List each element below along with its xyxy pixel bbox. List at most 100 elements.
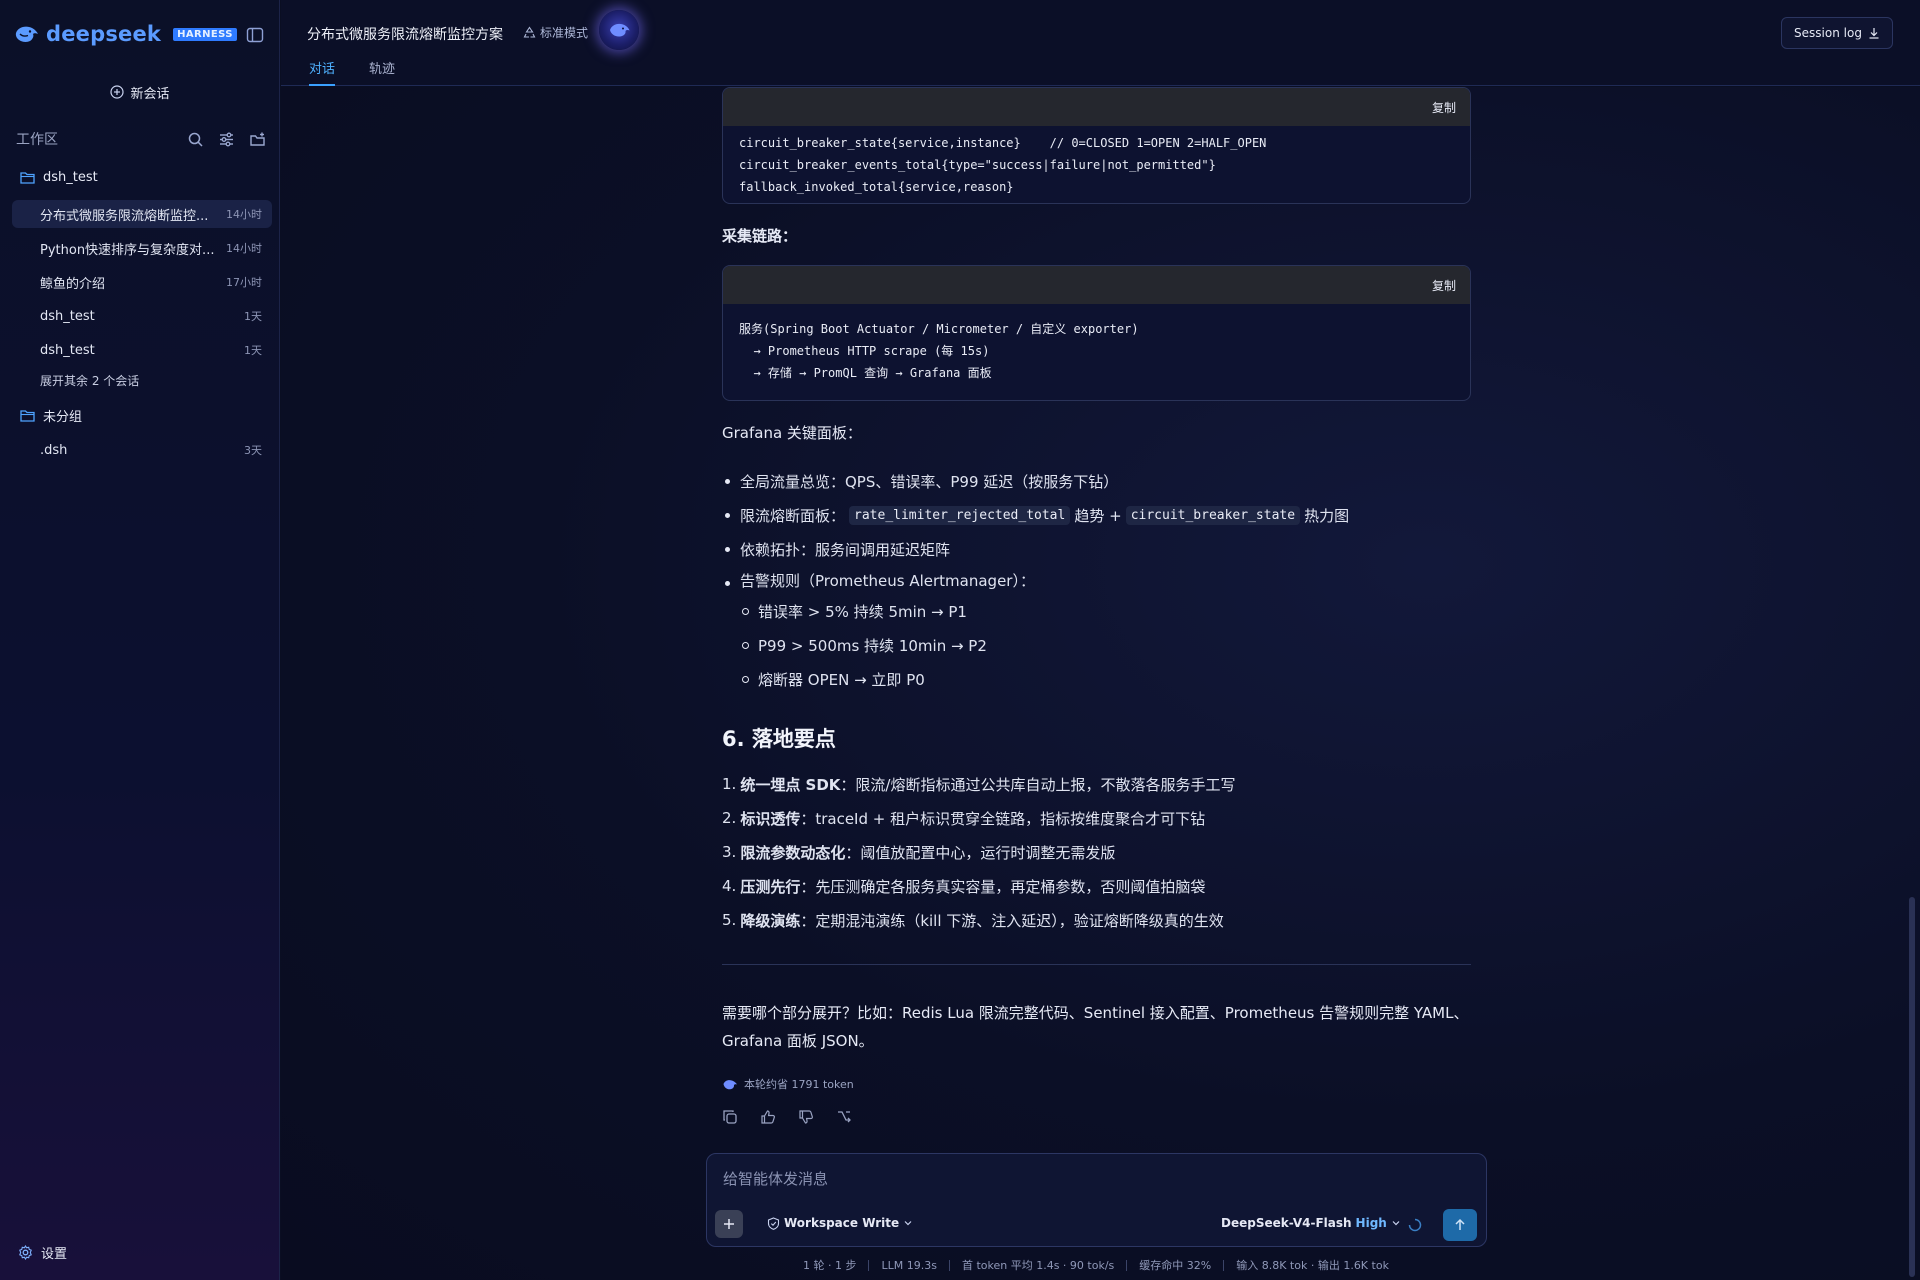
folder-name: dsh_test: [43, 170, 98, 185]
folder-icon: [20, 172, 35, 184]
settings-label: 设置: [41, 1247, 68, 1262]
thumbs-down-icon[interactable]: [798, 1109, 814, 1125]
sub-list-item: 错误率 > 5% 持续 5min → P1: [722, 594, 1482, 628]
brand-name: deepseek: [46, 22, 162, 46]
shield-check-icon: [767, 1216, 780, 1230]
conversation-title: 鲸鱼的介绍: [40, 276, 106, 292]
conversation-time: 14小时: [226, 242, 262, 255]
grafana-heading: Grafana 关键面板：: [722, 424, 862, 442]
agent-avatar[interactable]: [599, 10, 639, 50]
list-item: 依赖拓扑：服务间调用延迟矩阵: [722, 532, 1482, 566]
scrollbar[interactable]: [1909, 897, 1915, 1277]
list-item-text: ：traceId + 租户标识贯穿全链路，指标按维度聚合才可下钻: [800, 809, 1206, 828]
list-item: 告警规则（Prometheus Alertmanager）：: [722, 566, 1482, 594]
conversation-item[interactable]: 分布式微服务限流熔断监控... 14小时: [12, 200, 272, 228]
collect-heading: 采集链路：: [722, 227, 798, 245]
brand-badge: HARNESS: [173, 27, 237, 41]
session-log-button[interactable]: Session log: [1781, 17, 1893, 49]
attach-button[interactable]: [715, 1210, 743, 1238]
mode-badge[interactable]: 标准模式: [523, 24, 588, 41]
chevron-down-icon: [1392, 1221, 1400, 1226]
permission-label: Workspace Write: [784, 1216, 900, 1230]
conversation-item[interactable]: Python快速排序与复杂度对... 14小时: [12, 234, 272, 262]
list-item: 全局流量总览：QPS、错误率、P99 延迟（按服务下钻）: [722, 464, 1482, 498]
folder-icon: [20, 410, 35, 422]
conversation-item[interactable]: dsh_test 1天: [12, 336, 272, 364]
list-number: 3.: [722, 843, 737, 861]
message-composer: Workspace Write DeepSeek-V4-Flash High: [706, 1153, 1487, 1247]
list-item-text: ：限流/熔断指标通过公共库自动上报，不散落各服务手工写: [840, 775, 1236, 794]
permission-select[interactable]: Workspace Write: [767, 1216, 913, 1230]
code-content: circuit_breaker_state{service,instance} …: [723, 126, 1470, 203]
effort-level: High: [1355, 1216, 1387, 1230]
message-actions: [722, 1109, 852, 1125]
copy-code-button[interactable]: 复制: [1432, 99, 1456, 116]
inline-code: circuit_breaker_state: [1125, 505, 1301, 525]
model-select[interactable]: DeepSeek-V4-Flash High: [1221, 1216, 1401, 1230]
thumbs-up-icon[interactable]: [760, 1109, 776, 1125]
copy-icon[interactable]: [722, 1109, 738, 1125]
model-name: DeepSeek-V4-Flash: [1221, 1216, 1352, 1230]
whale-avatar-icon: [610, 23, 630, 37]
conversation-title: dsh_test: [40, 308, 95, 324]
conversation-title-header: 分布式微服务限流熔断监控方案: [307, 27, 503, 43]
divider: [722, 964, 1471, 965]
whale-small-icon: [723, 1080, 737, 1090]
tab-chat[interactable]: 对话: [309, 58, 336, 86]
folder-ungrouped[interactable]: 未分组: [20, 406, 82, 425]
workspace-header: 工作区: [16, 128, 266, 150]
arrow-up-icon: [1455, 1218, 1465, 1230]
list-item-text: ：先压测确定各服务真实容量，再定桶参数，否则阈值拍脑袋: [800, 877, 1206, 896]
brand[interactable]: deepseek HARNESS: [14, 22, 237, 46]
folder-dsh-test[interactable]: dsh_test: [20, 170, 98, 185]
list-item-text: 熔断器 OPEN → 立即 P0: [758, 670, 925, 689]
conversation-time: 14小时: [226, 208, 262, 221]
list-item-text: ：阈值放配置中心，运行时调整无需发版: [845, 843, 1116, 862]
turn-count: 1 轮 · 1 步: [803, 1259, 857, 1272]
token-savings: 本轮约省 1791 token: [722, 1076, 854, 1092]
conversation-item[interactable]: 鲸鱼的介绍 17小时: [12, 268, 272, 296]
status-separator: [1223, 1259, 1225, 1271]
list-item-text: 错误率 > 5% 持续 5min → P1: [758, 602, 967, 621]
tab-trace[interactable]: 轨迹: [369, 58, 395, 77]
message-input[interactable]: [723, 1166, 1463, 1192]
sidebar-toggle-icon[interactable]: [246, 26, 264, 44]
download-icon: [1869, 28, 1879, 39]
send-button[interactable]: [1443, 1209, 1477, 1241]
expand-more-link[interactable]: 展开其余 2 个会话: [40, 372, 139, 389]
cache-hit: 缓存命中 32%: [1139, 1259, 1212, 1272]
code-block: 复制 服务(Spring Boot Actuator / Micrometer …: [722, 265, 1471, 401]
copy-code-button[interactable]: 复制: [1432, 277, 1456, 294]
code-line: circuit_breaker_state{service,instance} …: [739, 136, 1267, 150]
conversation-item[interactable]: .dsh 3天: [12, 436, 272, 464]
settings-button[interactable]: 设置: [18, 1243, 67, 1262]
list-item: 1. 统一埋点 SDK ：限流/熔断指标通过公共库自动上报，不散落各服务手工写: [722, 767, 1235, 801]
panel-bullet-list: 全局流量总览：QPS、错误率、P99 延迟（按服务下钻） 限流熔断面板： rat…: [722, 464, 1482, 696]
conversation-title: Python快速排序与复杂度对...: [40, 242, 215, 258]
code-block-header: 复制: [723, 266, 1470, 304]
top-bar: 分布式微服务限流熔断监控方案 标准模式 对话 轨迹 Session log: [281, 0, 1920, 86]
status-separator: [868, 1259, 870, 1271]
branch-icon[interactable]: [836, 1109, 852, 1125]
mode-label: 标准模式: [540, 26, 589, 40]
conversation-title: .dsh: [40, 442, 68, 458]
new-folder-icon[interactable]: [249, 131, 266, 148]
search-icon[interactable]: [187, 131, 204, 148]
list-item: 4. 压测先行 ：先压测确定各服务真实容量，再定桶参数，否则阈值拍脑袋: [722, 869, 1235, 903]
code-line: → Prometheus HTTP scrape (每 15s): [739, 344, 990, 358]
session-log-label: Session log: [1794, 26, 1862, 40]
filter-sliders-icon[interactable]: [218, 131, 235, 148]
new-chat-button[interactable]: 新会话: [0, 80, 280, 104]
list-item-text: 依赖拓扑：服务间调用延迟矩阵: [740, 540, 951, 559]
conversation-time: 17小时: [226, 276, 262, 289]
code-line: → 存储 → PromQL 查询 → Grafana 面板: [739, 366, 992, 380]
list-item-bold: 统一埋点 SDK: [740, 775, 841, 794]
whale-logo-icon: [15, 26, 39, 42]
list-item: 3. 限流参数动态化 ：阈值放配置中心，运行时调整无需发版: [722, 835, 1235, 869]
first-token-stats: 首 token 平均 1.4s · 90 tok/s: [961, 1259, 1115, 1272]
list-number: 1.: [722, 775, 737, 793]
conversation-item[interactable]: dsh_test 1天: [12, 302, 272, 330]
chevron-down-icon: [904, 1221, 912, 1226]
code-content: 服务(Spring Boot Actuator / Micrometer / 自…: [723, 304, 1470, 394]
token-io: 输入 8.8K tok · 输出 1.6K tok: [1236, 1259, 1389, 1272]
